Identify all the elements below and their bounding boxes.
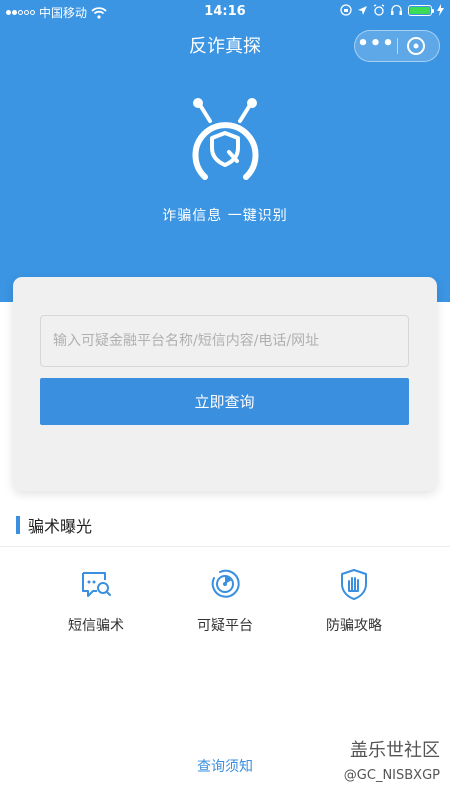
watermark-id: @GC_NISBXGP — [343, 768, 440, 783]
status-right — [340, 4, 444, 16]
headphones-icon — [391, 4, 402, 15]
category-label: 可疑平台 — [197, 618, 253, 634]
section-header: 骗术曝光 — [0, 502, 450, 547]
lock-rotation-icon — [340, 4, 352, 16]
category-sms-scams[interactable]: 短信骗术 — [31, 567, 161, 635]
capsule-divider — [397, 38, 398, 54]
section-accent-bar — [16, 516, 20, 534]
miniprogram-capsule: ••• — [354, 30, 440, 62]
hand-shield-icon — [341, 569, 367, 600]
alarm-icon — [373, 4, 385, 16]
shield-magnifier-logo — [192, 98, 259, 180]
battery-icon — [408, 4, 434, 16]
query-button[interactable]: 立即查询 — [40, 378, 409, 425]
section-title: 骗术曝光 — [28, 517, 93, 536]
category-suspicious-platforms[interactable]: 可疑平台 — [160, 567, 290, 635]
status-bar: 中国移动 14:16 — [0, 0, 450, 24]
charging-icon — [437, 4, 444, 16]
close-circle-icon[interactable] — [406, 36, 426, 56]
watermark: 盖乐世社区 @GC_NISBXGP — [344, 736, 440, 783]
category-label: 防骗攻略 — [326, 618, 382, 634]
search-card: 立即查询 — [13, 277, 437, 491]
category-anti-fraud-guide[interactable]: 防骗攻略 — [289, 567, 419, 635]
radar-icon — [211, 569, 240, 598]
location-icon — [358, 5, 367, 15]
category-label: 短信骗术 — [68, 618, 124, 634]
watermark-title: 盖乐世社区 — [350, 740, 440, 761]
search-input[interactable] — [40, 315, 409, 367]
hero-slogan: 诈骗信息 一键识别 — [162, 208, 288, 224]
more-icon[interactable]: ••• — [355, 31, 397, 61]
sms-search-icon — [82, 572, 111, 597]
